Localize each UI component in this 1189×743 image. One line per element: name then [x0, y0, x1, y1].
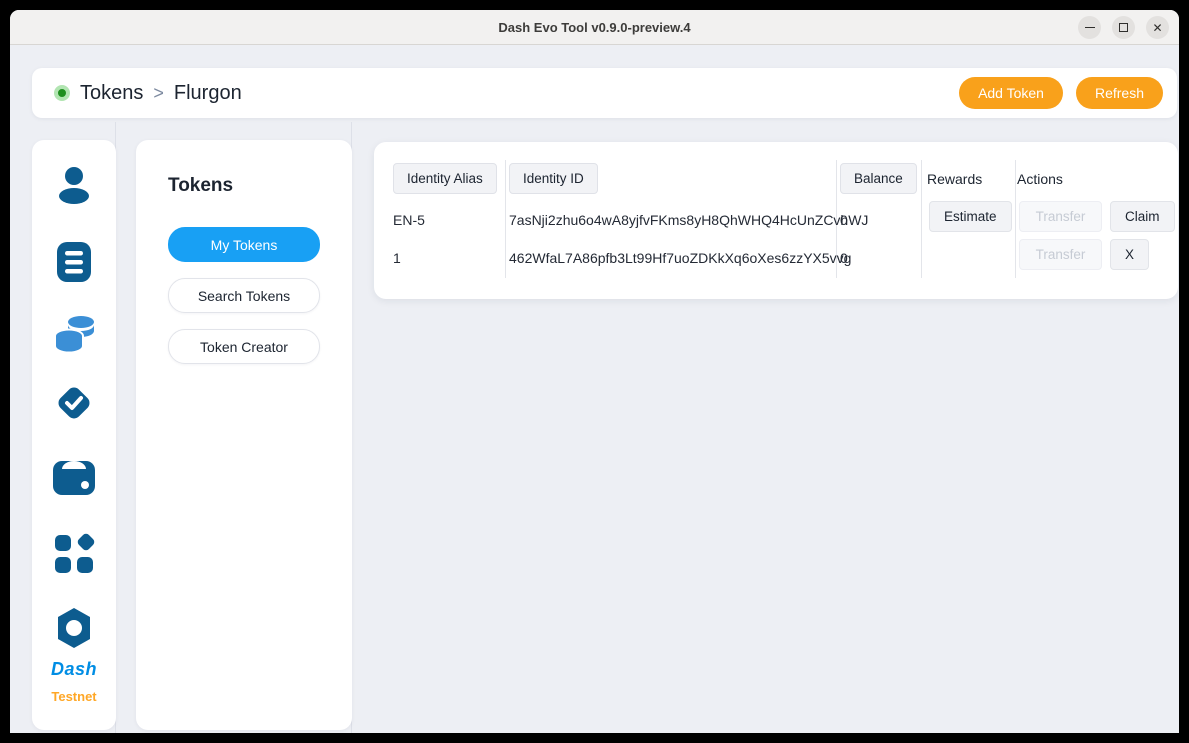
tokens-nav-panel: Tokens My Tokens Search Tokens Token Cre… [136, 140, 352, 730]
maximize-button[interactable] [1112, 16, 1135, 39]
connection-status-icon [54, 85, 70, 101]
window-title: Dash Evo Tool v0.9.0-preview.4 [498, 20, 690, 35]
balance-column-header[interactable]: Balance [840, 163, 917, 194]
check-badge-icon[interactable] [50, 379, 98, 427]
dash-logo[interactable]: Dash [51, 659, 97, 680]
identity-alias-cell: EN-5 [393, 212, 425, 228]
breadcrumb-bar: Tokens > Flurgon Add Token Refresh [32, 68, 1177, 118]
transfer-button[interactable]: Transfer [1019, 201, 1102, 232]
window-controls: ✕ [1078, 10, 1169, 45]
close-button[interactable]: ✕ [1146, 16, 1169, 39]
identity-alias-column-header[interactable]: Identity Alias [393, 163, 497, 194]
refresh-button[interactable]: Refresh [1076, 77, 1163, 109]
apps-grid-icon[interactable] [50, 530, 98, 578]
column-divider [921, 160, 922, 278]
minimize-button[interactable] [1078, 16, 1101, 39]
claim-button[interactable]: Claim [1110, 201, 1175, 232]
nav-token-creator-button[interactable]: Token Creator [168, 329, 320, 364]
balance-cell: 0 [840, 250, 848, 266]
document-icon[interactable] [50, 238, 98, 286]
transfer-button[interactable]: Transfer [1019, 239, 1102, 270]
nav-icon-sidebar: Dash Testnet [32, 140, 116, 730]
user-icon[interactable] [50, 161, 98, 209]
app-window: Dash Evo Tool v0.9.0-preview.4 ✕ Tokens … [10, 10, 1179, 733]
column-divider [1015, 160, 1016, 278]
identity-id-cell: 462WfaL7A86pfb3Lt99Hf7uoZDKkXq6oXes6zzYX… [509, 250, 851, 266]
remove-button[interactable]: X [1110, 239, 1149, 270]
nav-my-tokens-button[interactable]: My Tokens [168, 227, 320, 262]
network-label: Testnet [51, 689, 96, 704]
identity-id-cell: 7asNji2zhu6o4wA8yjfvFKms8yH8QhWHQ4HcUnZC… [509, 212, 868, 228]
estimate-rewards-button[interactable]: Estimate [929, 201, 1012, 232]
balance-cell: 0 [840, 212, 848, 228]
rewards-column-header: Rewards [927, 171, 982, 187]
column-divider [505, 160, 506, 278]
nav-search-tokens-button[interactable]: Search Tokens [168, 278, 320, 313]
coins-icon[interactable] [50, 308, 98, 356]
breadcrumb-root[interactable]: Tokens [80, 82, 143, 105]
identity-alias-cell: 1 [393, 250, 401, 266]
token-balances-card: Identity Alias Identity ID Balance Rewar… [374, 142, 1178, 299]
panel-title: Tokens [168, 175, 320, 197]
breadcrumb-current: Flurgon [174, 82, 242, 105]
breadcrumb-separator: > [153, 83, 164, 104]
add-token-button[interactable]: Add Token [959, 77, 1063, 109]
wallet-icon[interactable] [50, 454, 98, 502]
title-bar: Dash Evo Tool v0.9.0-preview.4 ✕ [10, 10, 1179, 45]
identity-id-column-header[interactable]: Identity ID [509, 163, 598, 194]
hex-nut-icon[interactable] [50, 604, 98, 652]
actions-column-header: Actions [1017, 171, 1063, 187]
